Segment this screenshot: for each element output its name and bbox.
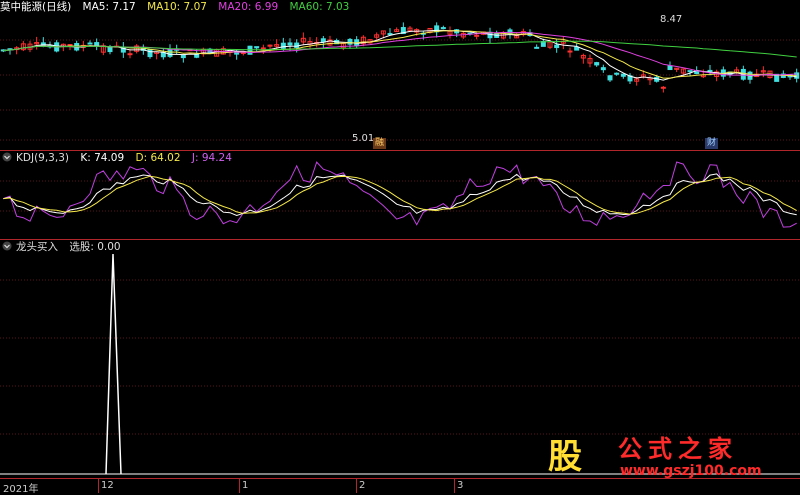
axis-tick-jan <box>239 479 240 493</box>
kdj-k-line <box>3 173 797 217</box>
kdj-d-line <box>3 175 797 215</box>
price-panel[interactable]: 莫中能源(日线) MA5: 7.17 MA10: 7.07 MA20: 6.99… <box>0 0 800 150</box>
candle-body <box>167 49 173 57</box>
candle-body <box>554 44 560 49</box>
candle-body <box>194 53 200 58</box>
candle-body <box>294 42 300 49</box>
candle-body <box>180 55 186 59</box>
candle-body <box>347 38 353 45</box>
candle-body <box>707 69 713 72</box>
kdj-j-value: J: 94.24 <box>191 152 232 164</box>
kdj-title: KDJ(9,3,3) <box>16 152 69 164</box>
chevron-down-icon[interactable] <box>2 152 12 162</box>
kdj-panel[interactable]: KDJ(9,3,3) K: 74.09 D: 64.02 J: 94.24 <box>0 151 800 239</box>
candle-body <box>254 46 260 49</box>
watermark-url: www.gszj100.com <box>620 463 762 479</box>
kdj-k-value: K: 74.09 <box>80 152 125 164</box>
candle-body <box>600 67 606 71</box>
price-legend: 莫中能源(日线) MA5: 7.17 MA10: 7.07 MA20: 6.99… <box>0 0 357 14</box>
site-watermark: 股 公式之家 www.gszj100.com <box>548 427 788 487</box>
candle-body <box>620 73 626 77</box>
candle-body <box>147 49 153 58</box>
axis-tick-mar <box>454 479 455 493</box>
candle-body <box>127 53 133 56</box>
watermark-logo: 股 <box>548 437 582 477</box>
candle-body <box>107 47 113 53</box>
candle-body <box>534 46 540 49</box>
candle-body <box>67 44 73 47</box>
candle-body <box>260 47 266 50</box>
finance-badge[interactable]: 财 <box>705 138 719 149</box>
ma-line-10 <box>3 30 797 79</box>
candle-body <box>440 27 446 30</box>
ma5-label: MA5: 7.17 <box>82 1 136 13</box>
candle-body <box>320 38 326 43</box>
indicator-legend: 龙头买入 选股: 0.00 <box>0 240 129 254</box>
ma20-label: MA20: 6.99 <box>218 1 279 13</box>
candle-body <box>287 42 293 46</box>
ma10-label: MA10: 7.07 <box>147 1 207 13</box>
axis-label-feb: 2 <box>359 480 366 491</box>
candle-body <box>87 42 93 45</box>
indicator-spike <box>105 253 122 475</box>
candle-body <box>567 50 573 53</box>
candle-body <box>687 70 693 73</box>
axis-tick-dec <box>98 479 99 493</box>
watermark-title: 公式之家 <box>618 434 738 463</box>
high-price-label: 8.47 <box>660 14 683 25</box>
axis-label-dec: 12 <box>101 480 114 491</box>
ma60-label: MA60: 7.03 <box>289 1 350 13</box>
candle-body <box>660 86 666 89</box>
candle-body <box>614 72 620 75</box>
candle-body <box>474 34 480 37</box>
kdj-legend: KDJ(9,3,3) K: 74.09 D: 64.02 J: 94.24 <box>0 151 240 165</box>
margin-badge[interactable]: 融 <box>373 138 387 149</box>
kdj-j-line <box>3 161 797 228</box>
indicator-title: 龙头买入 <box>16 241 58 253</box>
candle-body <box>607 75 613 81</box>
axis-label-mar: 3 <box>457 480 464 491</box>
stock-title: 莫中能源(日线) <box>0 1 72 13</box>
indicator-value: 选股: 0.00 <box>69 241 121 253</box>
candle-body <box>594 62 600 66</box>
axis-label-jan: 1 <box>242 480 249 491</box>
axis-tick-feb <box>356 479 357 493</box>
candle-body <box>574 46 580 51</box>
low-price-label: 5.01 <box>352 133 375 144</box>
candle-body <box>667 65 673 71</box>
candle-body <box>387 33 393 36</box>
chevron-down-icon[interactable] <box>2 241 12 251</box>
kdj-d-value: D: 64.02 <box>135 152 181 164</box>
